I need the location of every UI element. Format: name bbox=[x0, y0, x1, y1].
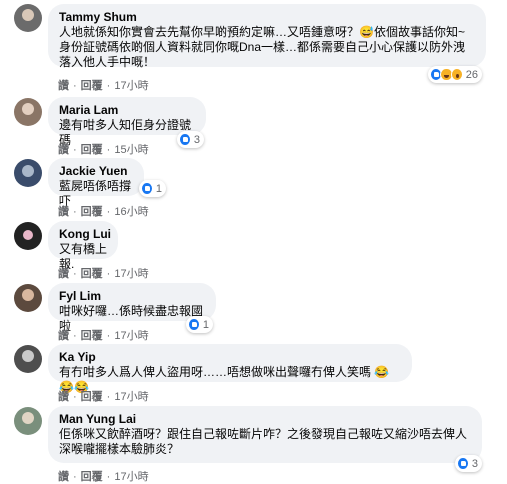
comment-bubble: Kong Lui 又有橋上報. bbox=[48, 221, 118, 271]
like-link[interactable]: 讚 bbox=[58, 80, 69, 92]
like-link[interactable]: 讚 bbox=[58, 330, 69, 342]
timestamp[interactable]: 17小時 bbox=[114, 471, 148, 483]
comment-actions: 讚 · 回覆 · 17小時 bbox=[58, 330, 149, 342]
comment-text: 人地就係知你實會去先幫你早啲預約定嘛…又唔鍾意呀？😅依個故事話你知~身份証號碼依… bbox=[59, 25, 466, 69]
timestamp[interactable]: 17小時 bbox=[114, 80, 148, 92]
comment-actions: 讚 · 回覆 · 17小時 bbox=[58, 80, 149, 92]
reply-link[interactable]: 回覆 bbox=[81, 391, 103, 403]
like-link[interactable]: 讚 bbox=[58, 391, 69, 403]
avatar[interactable] bbox=[14, 159, 42, 187]
comment-actions: 讚 · 回覆 · 17小時 bbox=[58, 268, 149, 280]
reactions-badge[interactable]: 3 bbox=[177, 131, 204, 148]
timestamp[interactable]: 15小時 bbox=[114, 144, 148, 156]
commenter-name[interactable]: Fyl Lim bbox=[59, 288, 205, 304]
commenter-name[interactable]: Kong Lui bbox=[59, 226, 111, 242]
reply-link[interactable]: 回覆 bbox=[81, 206, 103, 218]
comment-actions: 讚 · 回覆 · 17小時 bbox=[58, 471, 149, 483]
like-link[interactable]: 讚 bbox=[58, 471, 69, 483]
reactions-badge[interactable]: 1 bbox=[139, 180, 166, 197]
like-icon bbox=[188, 318, 200, 331]
timestamp[interactable]: 17小時 bbox=[114, 330, 148, 342]
avatar[interactable] bbox=[14, 222, 42, 250]
avatar[interactable] bbox=[14, 4, 42, 32]
reaction-count: 3 bbox=[193, 133, 200, 146]
reply-link[interactable]: 回覆 bbox=[81, 330, 103, 342]
avatar[interactable] bbox=[14, 407, 42, 435]
timestamp[interactable]: 17小時 bbox=[114, 391, 148, 403]
comment-bubble: Ka Yip 有冇咁多人爲人俾人盜用呀……唔想做咪出聲囉冇俾人笑嗎 😂😂😂 bbox=[48, 344, 412, 394]
like-icon bbox=[179, 133, 191, 146]
reactions-badge[interactable]: 26 bbox=[428, 66, 482, 83]
avatar[interactable] bbox=[14, 345, 42, 373]
commenter-name[interactable]: Tammy Shum bbox=[59, 9, 475, 25]
comment-actions: 讚 · 回覆 · 15小時 bbox=[58, 144, 149, 156]
comment-bubble: Jackie Yuen 藍屍唔係唔撐吓 bbox=[48, 158, 144, 208]
reply-link[interactable]: 回覆 bbox=[81, 471, 103, 483]
comment-text: 佢係咪又飲醉酒呀？跟住自己報咗斷片咋？之後發現自己報咗又縮沙唔去俾人深喉嚨擺樣本… bbox=[59, 427, 468, 456]
grin-sweat-emoji-icon: 😂 bbox=[374, 365, 390, 379]
like-link[interactable]: 讚 bbox=[58, 268, 69, 280]
comment-bubble: Maria Lam 邊有咁多人知佢身分證號碼 bbox=[48, 97, 206, 147]
comment-actions: 讚 · 回覆 · 16小時 bbox=[58, 206, 149, 218]
comment-bubble: Man Yung Lai 佢係咪又飲醉酒呀？跟住自己報咗斷片咋？之後發現自己報咗… bbox=[48, 406, 482, 463]
commenter-name[interactable]: Ka Yip bbox=[59, 349, 401, 365]
commenter-name[interactable]: Man Yung Lai bbox=[59, 411, 471, 427]
avatar[interactable] bbox=[14, 284, 42, 312]
reaction-count: 3 bbox=[471, 457, 478, 470]
avatar[interactable] bbox=[14, 98, 42, 126]
comment-bubble: Fyl Lim 咁咪好囉…係時候盡忠報國啦 bbox=[48, 283, 216, 333]
reactions-badge[interactable]: 3 bbox=[455, 455, 482, 472]
like-icon bbox=[457, 457, 469, 470]
comment-text: 有冇咁多人爲人俾人盜用呀……唔想做咪出聲囉冇俾人笑嗎 bbox=[59, 365, 372, 379]
like-link[interactable]: 讚 bbox=[58, 144, 69, 156]
comment-actions: 讚 · 回覆 · 17小時 bbox=[58, 391, 149, 403]
reply-link[interactable]: 回覆 bbox=[81, 144, 103, 156]
commenter-name[interactable]: Maria Lam bbox=[59, 102, 195, 118]
reaction-count: 1 bbox=[155, 182, 162, 195]
reaction-count: 1 bbox=[202, 318, 209, 331]
reactions-badge[interactable]: 1 bbox=[186, 316, 213, 333]
like-link[interactable]: 讚 bbox=[58, 206, 69, 218]
reply-link[interactable]: 回覆 bbox=[81, 80, 103, 92]
wow-icon bbox=[450, 68, 463, 81]
reply-link[interactable]: 回覆 bbox=[81, 268, 103, 280]
timestamp[interactable]: 17小時 bbox=[114, 268, 148, 280]
timestamp[interactable]: 16小時 bbox=[114, 206, 148, 218]
commenter-name[interactable]: Jackie Yuen bbox=[59, 163, 133, 179]
comment-bubble: Tammy Shum 人地就係知你實會去先幫你早啲預約定嘛…又唔鍾意呀？😅依個故… bbox=[48, 4, 486, 69]
like-icon bbox=[141, 182, 153, 195]
reaction-count: 26 bbox=[465, 68, 478, 81]
